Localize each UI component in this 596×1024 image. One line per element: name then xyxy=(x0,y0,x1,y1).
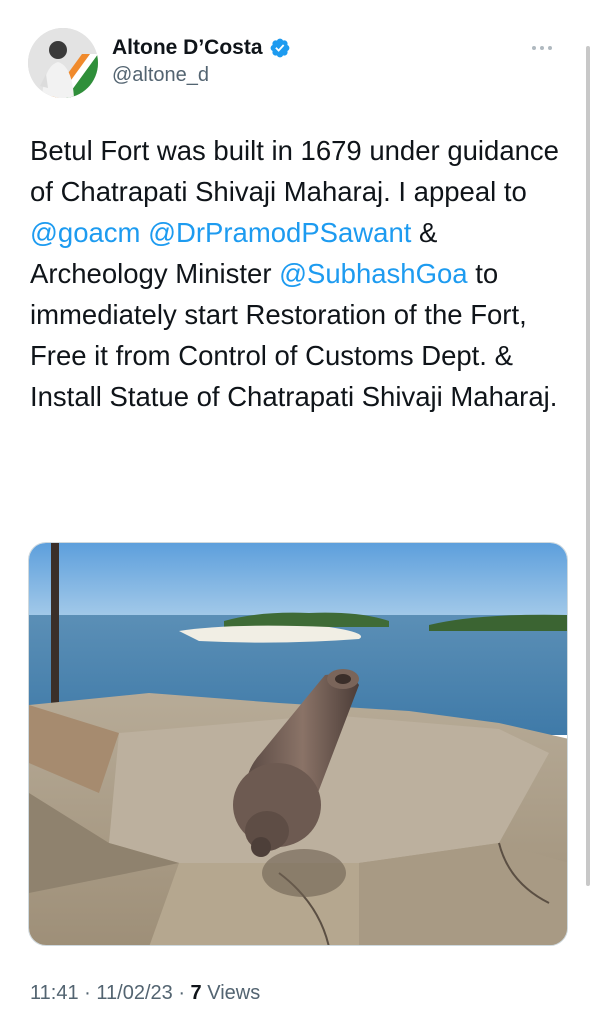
more-options-icon[interactable] xyxy=(530,40,554,50)
author-display-name[interactable]: Altone D’Costa xyxy=(112,36,263,60)
scrollbar[interactable] xyxy=(586,46,590,886)
avatar[interactable] xyxy=(28,28,98,98)
tweet-date[interactable]: 11/02/23 xyxy=(96,982,172,1004)
tweet-text: Betul Fort was built in 1679 under guida… xyxy=(30,130,570,417)
tweet-header: Altone D’Costa @altone_d xyxy=(28,28,568,100)
mention-link[interactable]: @SubhashGoa xyxy=(279,258,467,289)
views-count: 7 xyxy=(190,982,202,1004)
tweet-meta: 11:41 · 11/02/23 · 7 Views xyxy=(30,982,260,1005)
verified-badge-icon xyxy=(269,37,291,59)
mention-link[interactable]: @DrPramodPSawant xyxy=(148,217,411,248)
views-label: Views xyxy=(207,982,261,1004)
meta-separator: · xyxy=(84,982,91,1004)
tweet-text-segment: Betul Fort was built in 1679 under guida… xyxy=(30,135,559,207)
tweet-time[interactable]: 11:41 xyxy=(30,982,79,1004)
mention-link[interactable]: @goacm xyxy=(30,217,140,248)
tweet-media-image[interactable] xyxy=(28,542,568,946)
meta-separator: · xyxy=(178,982,185,1004)
author-handle[interactable]: @altone_d xyxy=(112,64,291,87)
tweet-text-segment xyxy=(140,217,148,248)
